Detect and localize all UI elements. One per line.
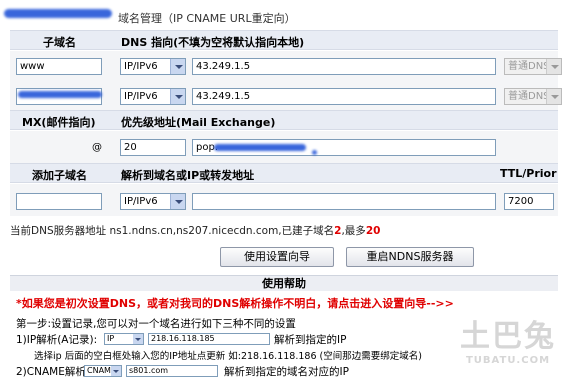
record-type-value: IP/IPv6 bbox=[124, 91, 158, 102]
chevron-down-icon bbox=[546, 59, 561, 74]
chevron-down-icon bbox=[170, 194, 185, 209]
cname-type-select[interactable]: CNAME bbox=[84, 365, 122, 377]
dns-info-prefix: 当前DNS服务器地址 bbox=[10, 225, 107, 237]
mx-at-label: @ bbox=[92, 142, 102, 153]
mx-header: MX(邮件指向) 优先级地址(Mail Exchange) bbox=[10, 110, 558, 130]
restart-dns-button[interactable]: 重启NDNS服务器 bbox=[346, 247, 474, 267]
record-type-value: IP/IPv6 bbox=[124, 61, 158, 72]
record-type-select[interactable]: IP/IPv6 bbox=[120, 88, 186, 105]
dns-server-info: 当前DNS服务器地址 ns1.ndns.cn,ns207.nicecdn.com… bbox=[10, 223, 380, 238]
ttl-input[interactable]: 7200 bbox=[504, 193, 554, 210]
step1-text: 第一步:设置记录,您可以对一个域名进行如下三种不同的设置 bbox=[16, 318, 296, 330]
new-record-type-value: IP/IPv6 bbox=[124, 196, 158, 207]
ip-record-note: 选择ip 后面的空白框处输入您的IP地址点更新 如:218.16.118.186… bbox=[34, 351, 422, 362]
record-value-input[interactable]: 43.249.1.5 bbox=[192, 88, 496, 105]
max-count: 20 bbox=[365, 225, 381, 237]
page-title: 域名管理（IP CNAME URL重定向） bbox=[118, 12, 296, 25]
cname-example-input[interactable]: s801.com bbox=[126, 365, 218, 377]
dns-line-select[interactable]: 普通DNS bbox=[504, 88, 562, 105]
ip-record-label: 1)IP解析(A记录): bbox=[16, 334, 98, 346]
subdomain-header: 子域名 bbox=[43, 36, 76, 49]
ip-record-desc: 解析到指定的IP bbox=[274, 334, 347, 346]
redacted-dot bbox=[312, 150, 317, 155]
priority-header: 优先级地址(Mail Exchange) bbox=[121, 116, 276, 129]
mx-priority-input[interactable]: 20 bbox=[120, 139, 186, 156]
mx-label: MX(邮件指向) bbox=[22, 116, 96, 129]
watermark-logo: 土巴兔 bbox=[460, 319, 556, 354]
ip-type-select[interactable]: IP bbox=[104, 333, 144, 345]
new-subdomain-input[interactable] bbox=[16, 193, 102, 210]
ip-type-value: IP bbox=[107, 334, 115, 343]
ip-example-input[interactable]: 218.16.118.185 bbox=[148, 333, 270, 345]
new-record-type-select[interactable]: IP/IPv6 bbox=[120, 193, 186, 210]
subdomain-input[interactable]: www bbox=[16, 58, 102, 75]
cname-record-desc: 解析到指定的域名对应的IP bbox=[224, 366, 349, 378]
cname-record-label: 2)CNAME解析: bbox=[16, 366, 90, 378]
chevron-down-icon bbox=[111, 366, 121, 376]
redacted-mail-host bbox=[214, 144, 306, 151]
redacted-subdomain bbox=[18, 91, 102, 98]
chevron-down-icon bbox=[546, 89, 561, 104]
watermark-url: TUBATU.COM bbox=[465, 355, 551, 366]
watermark: 土巴兔 TUBATU.COM bbox=[460, 311, 556, 366]
chevron-down-icon bbox=[170, 89, 185, 104]
title-bar: 域名管理（IP CNAME URL重定向） bbox=[0, 0, 570, 26]
dns-line-select[interactable]: 普通DNS bbox=[504, 58, 562, 75]
records-header: 子域名 DNS 指向(不填为空将默认指向本地) bbox=[10, 30, 558, 50]
chevron-down-icon bbox=[133, 334, 143, 344]
redacted-domain bbox=[4, 9, 112, 18]
record-value-input[interactable]: 43.249.1.5 bbox=[192, 58, 496, 75]
dns-target-header: DNS 指向(不填为空将默认指向本地) bbox=[121, 36, 305, 49]
ttl-header: TTL/Prior bbox=[500, 167, 557, 180]
setup-warning-link[interactable]: *如果您是初次设置DNS，或者对我司的DNS解析操作不明白，请点击进入设置向导-… bbox=[16, 295, 454, 311]
record-type-select[interactable]: IP/IPv6 bbox=[120, 58, 186, 75]
help-header: 使用帮助 bbox=[10, 275, 558, 291]
chevron-down-icon bbox=[170, 59, 185, 74]
resolve-target-header: 解析到域名或IP或转发地址 bbox=[121, 169, 255, 182]
new-record-value-input[interactable] bbox=[192, 193, 496, 210]
dns-line-value: 普通DNS bbox=[508, 91, 550, 102]
dns-servers: ns1.ndns.cn,ns207.nicecdn.com,已建子域名 bbox=[109, 225, 335, 237]
add-header: 添加子域名 解析到域名或IP或转发地址 TTL/Prior bbox=[10, 163, 558, 183]
max-label: ,最多 bbox=[341, 225, 366, 237]
setup-wizard-button[interactable]: 使用设置向导 bbox=[220, 247, 334, 267]
dns-line-value: 普通DNS bbox=[508, 61, 550, 72]
add-subdomain-header: 添加子域名 bbox=[32, 169, 87, 182]
